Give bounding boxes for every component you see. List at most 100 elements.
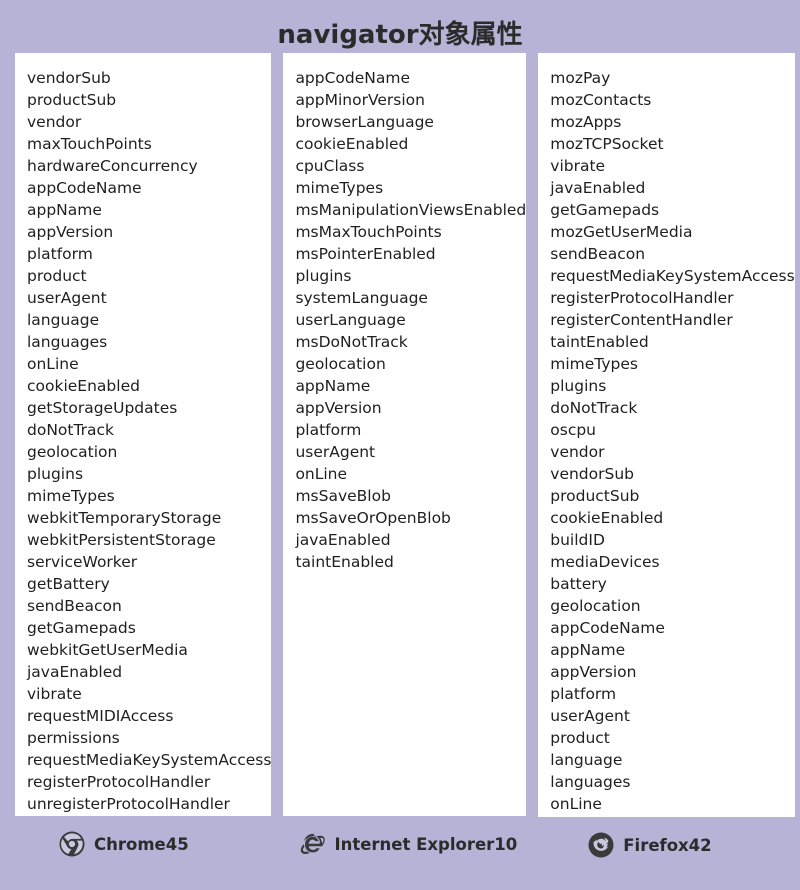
property-item: requestMediaKeySystemAccess [550, 267, 795, 285]
property-item: webkitGetUserMedia [27, 641, 188, 659]
property-item: systemLanguage [295, 289, 428, 307]
browser-name-chrome: Chrome45 [94, 834, 189, 854]
property-item: mozPay [550, 69, 611, 87]
property-item: onLine [550, 795, 602, 813]
property-item: language [27, 311, 100, 329]
browser-footer-firefox: Firefox42 [538, 817, 794, 858]
browser-name-internet-explorer: Internet Explorer10 [334, 834, 518, 854]
property-item: onLine [27, 355, 79, 373]
property-item: mozApps [550, 113, 622, 131]
property-list-internet-explorer: appCodeName appMinorVersion browserLanguag… [295, 67, 526, 573]
property-item: mozTCPSocket [550, 135, 664, 153]
firefox-icon [588, 832, 614, 858]
property-item: hardwareConcurrency [27, 157, 198, 175]
property-item: mozContacts [550, 91, 652, 109]
property-item: product [27, 267, 87, 285]
property-item: languages [27, 333, 108, 351]
property-item: product [550, 729, 610, 747]
property-item: productSub [550, 487, 640, 505]
property-item: registerContentHandler [550, 311, 733, 329]
property-item: javaEnabled [295, 531, 391, 549]
property-item: msMaxTouchPoints [295, 223, 442, 241]
property-item: webkitPersistentStorage [27, 531, 216, 549]
property-item: platform [295, 421, 362, 439]
property-item: msPointerEnabled [295, 245, 436, 263]
browser-comparison-columns: vendorSub productSub vendor maxTouchPoints h… [0, 53, 800, 858]
property-item: cookieEnabled [295, 135, 409, 153]
property-item: cookieEnabled [27, 377, 140, 395]
property-item: registerProtocolHandler [27, 773, 211, 791]
property-item: javaEnabled [27, 663, 123, 681]
property-item: getBattery [27, 575, 110, 593]
property-item: doNotTrack [27, 421, 115, 439]
property-item: vibrate [27, 685, 82, 703]
property-item: getStorageUpdates [27, 399, 178, 417]
browser-name-firefox: Firefox42 [623, 835, 712, 855]
property-item: vendor [27, 113, 82, 131]
property-item: platform [550, 685, 617, 703]
property-item: battery [550, 575, 607, 593]
chrome-icon [59, 831, 85, 857]
property-item: sendBeacon [550, 245, 646, 263]
property-item: userAgent [27, 289, 107, 307]
property-item: registerProtocolHandler [550, 289, 734, 307]
internet-explorer-icon [299, 831, 326, 857]
property-item: language [550, 751, 623, 769]
property-item: appCodeName [550, 619, 665, 637]
page-title: navigator对象属性 [277, 20, 523, 50]
property-item: appVersion [295, 399, 382, 417]
property-item: geolocation [27, 443, 118, 461]
property-item: buildID [550, 531, 605, 549]
property-item: msSaveBlob [295, 487, 391, 505]
property-item: geolocation [295, 355, 386, 373]
property-item: getGamepads [550, 201, 660, 219]
property-item: oscpu [550, 421, 597, 439]
property-item: mimeTypes [550, 355, 638, 373]
property-panel-firefox: mozPay mozContacts mozApps mozTCPSocket vibr… [538, 53, 795, 817]
browser-column-firefox: mozPay mozContacts mozApps mozTCPSocket vibr… [538, 53, 795, 858]
property-item: requestMIDIAccess [27, 707, 174, 725]
property-item: platform [27, 245, 93, 263]
property-item: cookieEnabled [550, 509, 664, 527]
property-item: msDoNotTrack [295, 333, 408, 351]
property-item: onLine [295, 465, 348, 483]
property-item: appCodeName [27, 179, 142, 197]
property-item: vendorSub [550, 465, 634, 483]
property-item: vendorSub [27, 69, 111, 87]
property-item: unregisterProtocolHandler [27, 795, 230, 813]
property-item: sendBeacon [27, 597, 122, 615]
property-item: appName [295, 377, 371, 395]
property-item: vibrate [550, 157, 606, 175]
property-item: requestMediaKeySystemAccess [27, 751, 272, 769]
property-item: cpuClass [295, 157, 365, 175]
property-item: taintEnabled [295, 553, 394, 571]
browser-column-chrome: vendorSub productSub vendor maxTouchPoints h… [15, 53, 272, 857]
property-item: appVersion [27, 223, 114, 241]
property-item: maxTouchPoints [27, 135, 152, 153]
property-panel-internet-explorer: appCodeName appMinorVersion browserLanguag… [283, 53, 527, 816]
property-item: appName [27, 201, 102, 219]
property-item: webkitTemporaryStorage [27, 509, 222, 527]
property-item: permissions [27, 729, 120, 747]
property-item: languages [550, 773, 631, 791]
property-item: plugins [27, 465, 84, 483]
browser-footer-internet-explorer: Internet Explorer10 [283, 816, 526, 857]
property-item: productSub [27, 91, 117, 109]
property-list-chrome: vendorSub productSub vendor maxTouchPoints h… [27, 67, 271, 815]
property-item: userLanguage [295, 311, 406, 329]
property-item: serviceWorker [27, 553, 138, 571]
property-item: userAgent [550, 707, 630, 725]
property-item: appMinorVersion [295, 91, 425, 109]
property-panel-chrome: vendorSub productSub vendor maxTouchPoints h… [15, 53, 272, 816]
property-item: msSaveOrOpenBlob [295, 509, 451, 527]
property-list-firefox: mozPay mozContacts mozApps mozTCPSocket vibr… [550, 67, 794, 815]
property-item: doNotTrack [550, 399, 638, 417]
property-item: vendor [550, 443, 605, 461]
property-item: appCodeName [295, 69, 411, 87]
property-item: javaEnabled [550, 179, 646, 197]
property-item: taintEnabled [550, 333, 649, 351]
property-item: msManipulationViewsEnabled [295, 201, 527, 219]
property-item: browserLanguage [295, 113, 434, 131]
browser-footer-chrome: Chrome45 [15, 816, 271, 857]
property-item: plugins [295, 267, 352, 285]
